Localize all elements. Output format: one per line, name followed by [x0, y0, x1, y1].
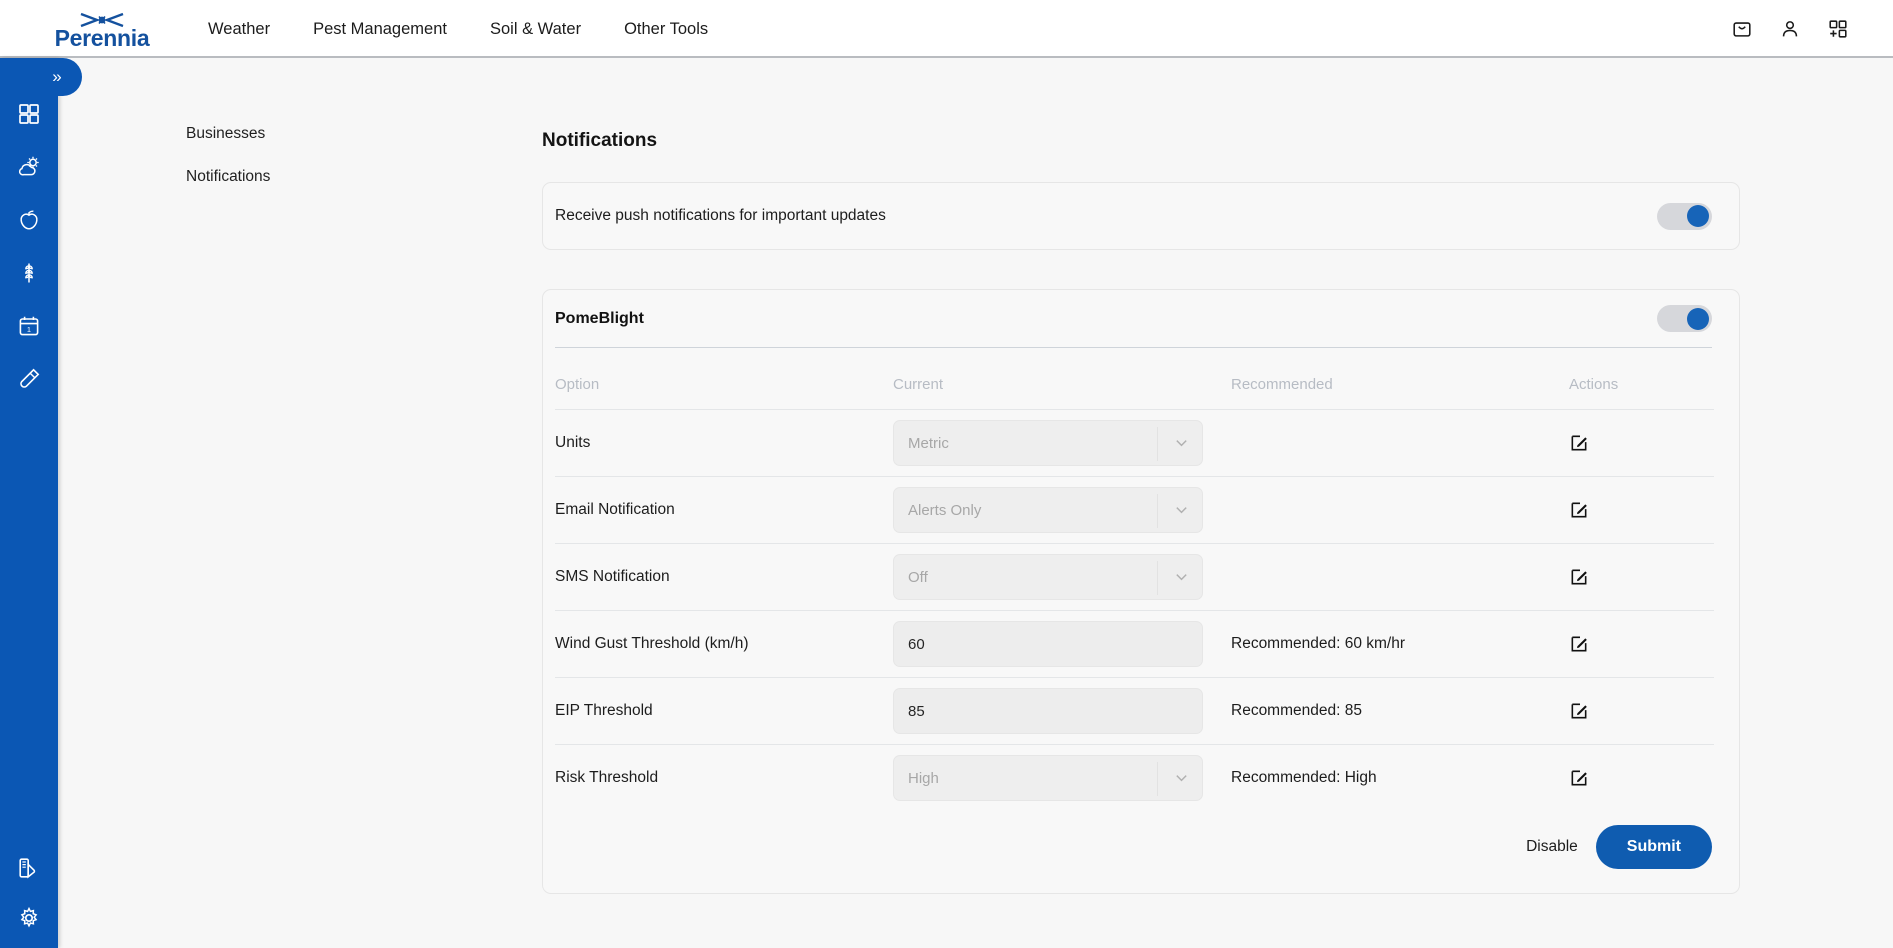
weather-cloud-sun-icon[interactable]: [17, 155, 41, 179]
chevron-down-icon: [1176, 507, 1187, 514]
email-notification-select[interactable]: Alerts Only: [893, 487, 1203, 533]
recommended-value: Recommended: 60 km/hr: [1231, 635, 1406, 652]
edit-icon[interactable]: [1569, 500, 1589, 520]
option-label: EIP Threshold: [555, 702, 653, 719]
toggle-knob: [1687, 205, 1709, 227]
option-label: Risk Threshold: [555, 769, 659, 786]
disable-button[interactable]: Disable: [1526, 838, 1578, 856]
pomeblight-card-header: PomeBlight: [555, 290, 1712, 348]
wind-gust-threshold-input[interactable]: 60: [893, 621, 1203, 667]
header-icon-group: [1731, 0, 1849, 58]
table-row: Email Notification Alerts Only: [555, 476, 1714, 544]
recommended-value: Recommended: 85: [1231, 702, 1362, 719]
option-label: SMS Notification: [555, 568, 670, 585]
table-row: Risk Threshold High Recommended: High: [555, 744, 1714, 811]
card-footer-actions: Disable Submit: [555, 811, 1712, 869]
sidebar-expand-toggle[interactable]: »: [32, 58, 82, 96]
toggle-knob: [1687, 307, 1709, 330]
icon-sidebar: » 1: [0, 58, 82, 948]
shopping-bag-icon[interactable]: [1731, 18, 1753, 40]
color-palette-icon[interactable]: [17, 856, 41, 880]
page-title: Notifications: [542, 130, 658, 151]
sms-notification-select[interactable]: Off: [893, 554, 1203, 600]
table-header-row: Option Current Recommended Actions: [555, 348, 1714, 410]
risk-threshold-select-value: High: [908, 769, 939, 787]
pomeblight-module-card: PomeBlight Option Current Recommended Ac…: [542, 289, 1740, 894]
push-notifications-toggle[interactable]: [1657, 202, 1712, 230]
option-label: Units: [555, 434, 591, 451]
eip-threshold-value: 85: [908, 702, 925, 720]
pomeblight-options-table: Option Current Recommended Actions Units…: [555, 348, 1714, 811]
edit-icon[interactable]: [1569, 567, 1589, 587]
sidebar-item-notifications[interactable]: Notifications: [186, 168, 270, 186]
column-header-actions: Actions: [1569, 376, 1619, 393]
brand-logo[interactable]: Perennia: [50, 6, 154, 50]
wind-gust-threshold-value: 60: [908, 635, 925, 653]
edit-icon[interactable]: [1569, 634, 1589, 654]
sidebar-top-items: 1: [0, 102, 58, 391]
nav-item-other-tools[interactable]: Other Tools: [624, 20, 708, 39]
units-select-value: Metric: [908, 434, 949, 452]
push-notifications-card: Receive push notifications for important…: [542, 182, 1740, 250]
chevron-down-icon: [1176, 440, 1187, 447]
settings-gear-icon[interactable]: [17, 906, 41, 930]
svg-text:1: 1: [27, 325, 31, 334]
brand-name: Perennia: [54, 25, 150, 51]
units-select[interactable]: Metric: [893, 420, 1203, 466]
column-header-current: Current: [893, 376, 944, 393]
field-divider: [1157, 494, 1158, 528]
nav-item-weather[interactable]: Weather: [208, 20, 270, 39]
risk-threshold-select[interactable]: High: [893, 755, 1203, 801]
calendar-icon[interactable]: 1: [17, 314, 41, 338]
edit-icon[interactable]: [1569, 433, 1589, 453]
table-row: Wind Gust Threshold (km/h) 60 Recommende…: [555, 610, 1714, 678]
recommended-value: Recommended: High: [1231, 769, 1377, 786]
edit-icon[interactable]: [1569, 768, 1589, 788]
field-divider: [1157, 561, 1158, 595]
settings-sub-navigation: Businesses Notifications: [186, 125, 270, 186]
edit-icon[interactable]: [1569, 701, 1589, 721]
table-row: SMS Notification Off: [555, 543, 1714, 611]
column-header-recommended: Recommended: [1231, 376, 1333, 393]
email-notification-select-value: Alerts Only: [908, 501, 982, 519]
test-tube-icon[interactable]: [17, 367, 41, 391]
dashboard-grid-icon[interactable]: [17, 102, 41, 126]
submit-button[interactable]: Submit: [1595, 825, 1712, 869]
table-row: EIP Threshold 85 Recommended: 85: [555, 677, 1714, 745]
table-row: Units Metric: [555, 409, 1714, 477]
wheat-grain-icon[interactable]: [17, 261, 41, 285]
chevron-down-icon: [1176, 775, 1187, 782]
nav-item-pest-management[interactable]: Pest Management: [313, 20, 447, 39]
sidebar-item-businesses[interactable]: Businesses: [186, 125, 270, 143]
main-navigation: Weather Pest Management Soil & Water Oth…: [208, 0, 708, 58]
sidebar-bottom-items: [0, 856, 58, 930]
app-header: Perennia Weather Pest Management Soil & …: [0, 0, 1893, 58]
main-content: Notifications Receive push notifications…: [542, 130, 1740, 894]
pomeblight-enable-toggle[interactable]: [1657, 305, 1712, 332]
apple-fruit-icon[interactable]: [17, 208, 41, 232]
user-account-icon[interactable]: [1779, 18, 1801, 40]
apps-grid-plus-icon[interactable]: [1827, 18, 1849, 40]
pomeblight-title: PomeBlight: [555, 309, 644, 327]
chevron-down-icon: [1176, 574, 1187, 581]
field-divider: [1157, 427, 1158, 461]
option-label: Wind Gust Threshold (km/h): [555, 635, 749, 652]
push-notifications-label: Receive push notifications for important…: [555, 207, 886, 224]
sms-notification-select-value: Off: [908, 568, 928, 586]
field-divider: [1157, 762, 1158, 796]
nav-item-soil-water[interactable]: Soil & Water: [490, 20, 581, 39]
eip-threshold-input[interactable]: 85: [893, 688, 1203, 734]
option-label: Email Notification: [555, 501, 675, 518]
column-header-option: Option: [555, 376, 600, 393]
